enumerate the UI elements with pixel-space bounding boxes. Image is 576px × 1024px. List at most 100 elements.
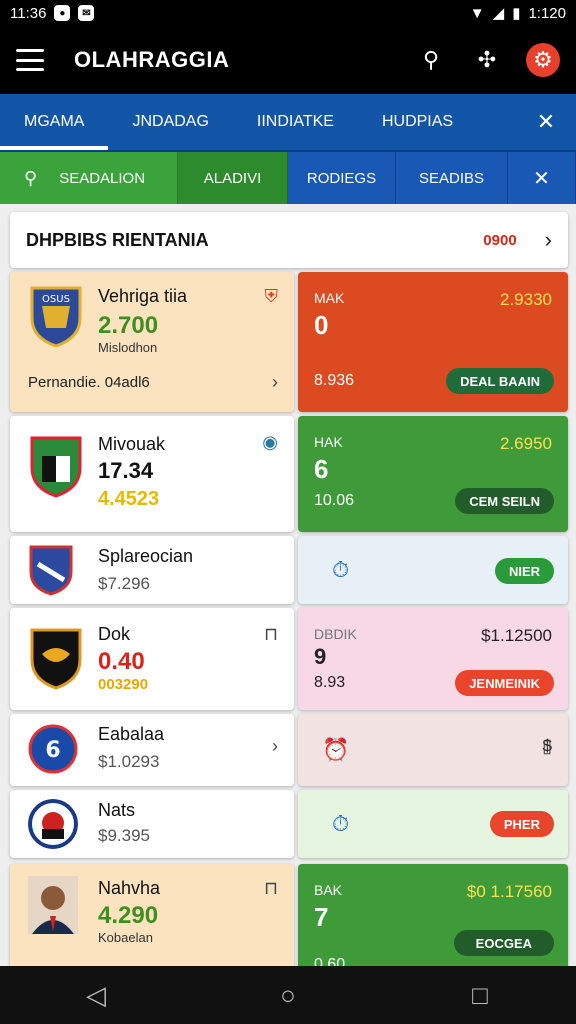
odds-label: BAK bbox=[314, 882, 343, 898]
section-title: DHPBIBS RIENTANIA bbox=[26, 229, 209, 250]
chevron-right-icon: › bbox=[544, 227, 552, 252]
section-header[interactable]: DHPBIBS RIENTANIA 0900 › bbox=[10, 212, 568, 268]
tab-mgama[interactable]: MGAMA bbox=[0, 94, 109, 150]
team-logo-icon: 6 bbox=[28, 724, 78, 774]
wifi-icon: ▼ bbox=[469, 4, 485, 22]
badge-icon: ⛨ bbox=[264, 286, 279, 306]
filter-search-label: SEADALION bbox=[59, 169, 146, 187]
pher-button[interactable]: PHER bbox=[489, 811, 554, 837]
nier-button[interactable]: NIER bbox=[494, 558, 554, 584]
jenmeinik-button[interactable]: JENMEINIK bbox=[455, 670, 554, 696]
filter-chip-3[interactable]: SEADIBS bbox=[396, 152, 508, 204]
system-nav-bar: ◁ ○ □ bbox=[0, 966, 576, 1024]
odds-label: DBDIK bbox=[314, 626, 357, 642]
team-sub: $1.0293 bbox=[98, 752, 160, 771]
odds-label: MAK bbox=[314, 290, 345, 306]
odds-small: 0.60 bbox=[314, 956, 346, 966]
globe-icon: ◉ bbox=[262, 432, 278, 452]
team-name: Vehriga tiia bbox=[98, 286, 188, 306]
team-value-2: 003290 bbox=[98, 676, 149, 693]
list-item[interactable]: Splareocian $7.296 ⏱ NIER bbox=[10, 536, 568, 604]
signal-icon: ◢ bbox=[492, 5, 505, 22]
odds-big: 6 bbox=[314, 454, 329, 484]
list-item[interactable]: Nats $9.395 ⏱ PHER bbox=[10, 790, 568, 858]
close-icon[interactable]: ✕ bbox=[516, 94, 576, 150]
team-crest-icon bbox=[30, 436, 82, 498]
alarm-icon[interactable]: ⏰ bbox=[322, 737, 349, 763]
list-item[interactable]: 6 Eabalaa $1.0293 › ⏰ $ ▯ bbox=[10, 714, 568, 786]
team-crest-icon bbox=[30, 628, 82, 690]
team-value-2: 4.4523 bbox=[98, 488, 160, 510]
tab-hudpias[interactable]: HUDPIAS bbox=[358, 94, 477, 150]
tab-bar: MGAMA JNDADAG IINDIATKE HUDPIAS ✕ bbox=[0, 94, 576, 150]
odds-value: 2.9330 bbox=[500, 290, 552, 309]
lock-icon[interactable]: ⊓ bbox=[264, 878, 278, 899]
search-icon: ⚲ bbox=[24, 167, 38, 188]
odds-big: 7 bbox=[314, 902, 329, 932]
team-logo-icon bbox=[28, 799, 78, 849]
odds-value: 2.6950 bbox=[500, 434, 552, 453]
tab-jndadag[interactable]: JNDADAG bbox=[108, 94, 232, 150]
team-value: 17.34 bbox=[98, 458, 154, 483]
team-crest-icon bbox=[29, 545, 73, 596]
filter-chip-2[interactable]: RODIEGS bbox=[288, 152, 396, 204]
list-item[interactable]: Mivouak 17.34 4.4523 ◉ HAK 6 10.06 2.695… bbox=[10, 416, 568, 532]
eocgea-button[interactable]: EOCGEA bbox=[453, 930, 554, 956]
odds-small: 10.06 bbox=[314, 492, 355, 509]
team-value: 2.700 bbox=[98, 312, 159, 339]
filter-search[interactable]: ⚲ SEADALION bbox=[0, 152, 178, 204]
team-sub: Mislodhon bbox=[98, 340, 158, 355]
filter-bar: ⚲ SEADALION ALADIVI RODIEGS SEADIBS ✕ bbox=[0, 150, 576, 204]
filter-close-icon[interactable]: ✕ bbox=[508, 152, 576, 204]
content-area: DHPBIBS RIENTANIA 0900 › OSUS Vehriga ti… bbox=[0, 204, 576, 966]
team-name: Eabalaa bbox=[98, 724, 165, 744]
menu-icon[interactable] bbox=[16, 49, 44, 71]
svg-text:OSUS: OSUS bbox=[42, 294, 70, 305]
filter-chip-1[interactable]: ALADIVI bbox=[178, 152, 288, 204]
tab-iindiatke[interactable]: IINDIATKE bbox=[233, 94, 358, 150]
notification-icon: ● bbox=[54, 5, 71, 21]
section-count: 0900 bbox=[483, 231, 517, 249]
avatar bbox=[28, 876, 78, 934]
odds-value: $1.12500 bbox=[481, 626, 552, 645]
odds-value: $0 1.17560 bbox=[466, 882, 552, 901]
team-name: Dok bbox=[98, 624, 131, 644]
lock-icon[interactable]: ⊓ bbox=[264, 624, 278, 645]
battery-icon: ▮ bbox=[512, 5, 521, 22]
deal-button[interactable]: DEAL BAAIN bbox=[446, 368, 554, 394]
stopwatch-icon[interactable]: ⏱ bbox=[332, 811, 349, 837]
list-item[interactable]: Nahvha 4.290 Kobaelan ⊓ BAK 7 0.60 $0 1.… bbox=[10, 864, 568, 966]
odds-big: 9 bbox=[314, 644, 327, 669]
phone-icon[interactable]: ▯ bbox=[542, 736, 552, 757]
cem-button[interactable]: CEM SEILN bbox=[455, 488, 554, 514]
share-icon[interactable]: ✣ bbox=[470, 43, 504, 77]
stopwatch-icon[interactable]: ⏱ bbox=[332, 557, 349, 583]
back-icon[interactable]: ◁ bbox=[66, 980, 126, 1011]
team-name: Mivouak bbox=[98, 434, 166, 454]
team-sub: $7.296 bbox=[98, 574, 150, 593]
chevron-right-icon[interactable]: › bbox=[272, 372, 278, 393]
team-crest-icon: OSUS bbox=[30, 286, 82, 348]
team-value: 0.40 bbox=[98, 648, 145, 675]
home-icon[interactable]: ○ bbox=[258, 980, 318, 1011]
settings-icon[interactable]: ⚙ bbox=[526, 43, 560, 77]
team-footer: Pernandie. 04adl6 bbox=[28, 374, 150, 391]
list-item[interactable]: Dok 0.40 003290 ⊓ DBDIK 9 8.93 $1.12500 … bbox=[10, 608, 568, 710]
list-item[interactable]: OSUS Vehriga tiia 2.700 Mislodhon ⛨ Pern… bbox=[10, 272, 568, 412]
status-right-time: 1:120 bbox=[528, 4, 566, 22]
search-icon[interactable]: ⚲ bbox=[414, 43, 448, 77]
chevron-right-icon[interactable]: › bbox=[272, 736, 278, 757]
team-value: 4.290 bbox=[98, 902, 159, 929]
status-time: 11:36 bbox=[10, 4, 47, 22]
team-name: Nats bbox=[98, 800, 136, 820]
svg-text:6: 6 bbox=[45, 738, 60, 763]
recents-icon[interactable]: □ bbox=[450, 980, 510, 1011]
app-title: OLAHRAGGIA bbox=[74, 47, 230, 72]
odds-label: HAK bbox=[314, 434, 343, 450]
message-icon: ✉ bbox=[78, 5, 95, 21]
odds-big: 0 bbox=[314, 310, 329, 340]
app-bar: OLAHRAGGIA ⚲ ✣ ⚙ bbox=[0, 26, 576, 94]
team-sub: Kobaelan bbox=[98, 930, 153, 945]
team-sub: $9.395 bbox=[98, 826, 150, 845]
odds-small: 8.93 bbox=[314, 674, 346, 691]
